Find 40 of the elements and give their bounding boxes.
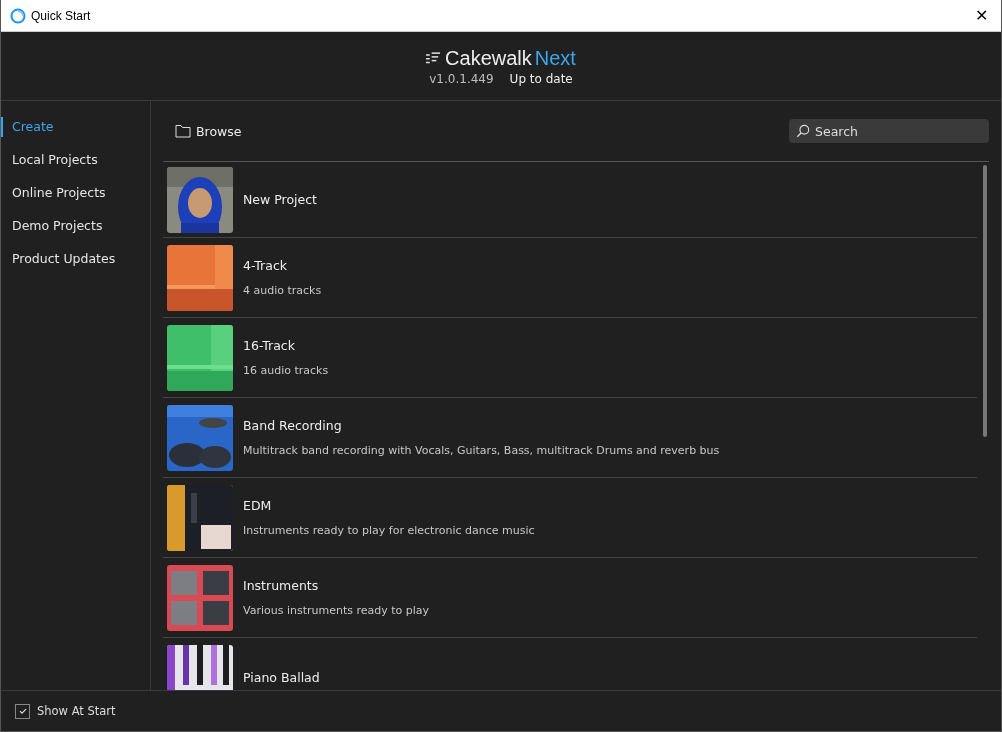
sidebar-item[interactable]: Create (1, 117, 150, 137)
template-row[interactable]: Band Recording Multitrack band recording with Vocals, Guitars, Bass, multitrack Drums and reverb bus (163, 398, 977, 478)
update-status: Up to date (509, 71, 573, 86)
template-row[interactable]: 4-Track 4 audio tracks (163, 238, 977, 318)
template-title: 16-Track (243, 338, 296, 353)
template-description: 16 audio tracks (243, 364, 329, 377)
template-row[interactable]: 16-Track 16 audio tracks (163, 318, 977, 398)
sidebar-item[interactable]: Product Updates (1, 249, 150, 282)
template-title: Piano Ballad (243, 670, 320, 685)
template-row[interactable]: New Project (163, 162, 977, 238)
sidebar-item[interactable]: Local Projects (1, 150, 150, 183)
template-title: New Project (243, 192, 317, 207)
search-field[interactable]: Search (789, 119, 989, 143)
sidebar-item[interactable]: Demo Projects (1, 216, 150, 249)
brand-accent: Next (534, 46, 576, 70)
show-at-start-checkbox[interactable] (15, 703, 30, 719)
template-title: EDM (243, 498, 273, 513)
window-title: Quick Start (31, 8, 91, 23)
show-at-start-label: Show At Start (37, 704, 116, 718)
template-row[interactable]: Instruments Various instruments ready to play (163, 558, 977, 638)
folder-icon (175, 124, 191, 138)
search-icon (796, 124, 810, 138)
sidebar-item[interactable]: Online Projects (1, 183, 150, 216)
template-description: Multitrack band recording with Vocals, Guitars, Bass, multitrack Drums and reverb bus (243, 444, 720, 457)
browse-button[interactable]: Browse (163, 123, 242, 139)
checkmark-icon (17, 706, 28, 716)
scrollbar[interactable] (983, 165, 987, 437)
template-description: Various instruments ready to play (243, 604, 430, 617)
app-icon (10, 7, 26, 24)
logo-icon (426, 52, 442, 64)
version-label: v1.0.1.449 (429, 71, 494, 86)
close-button[interactable]: ✕ (961, 0, 1001, 31)
brand-name: Cakewalk (445, 46, 532, 70)
template-row[interactable]: Piano Ballad (163, 638, 977, 690)
template-title: Instruments (243, 578, 320, 593)
template-description: 4 audio tracks (243, 284, 322, 297)
template-title: 4-Track (243, 258, 289, 273)
template-title: Band Recording (243, 418, 343, 433)
template-description: Instruments ready to play for electronic dance music (243, 524, 535, 537)
template-row[interactable]: EDM Instruments ready to play for electronic dance music (163, 478, 977, 558)
